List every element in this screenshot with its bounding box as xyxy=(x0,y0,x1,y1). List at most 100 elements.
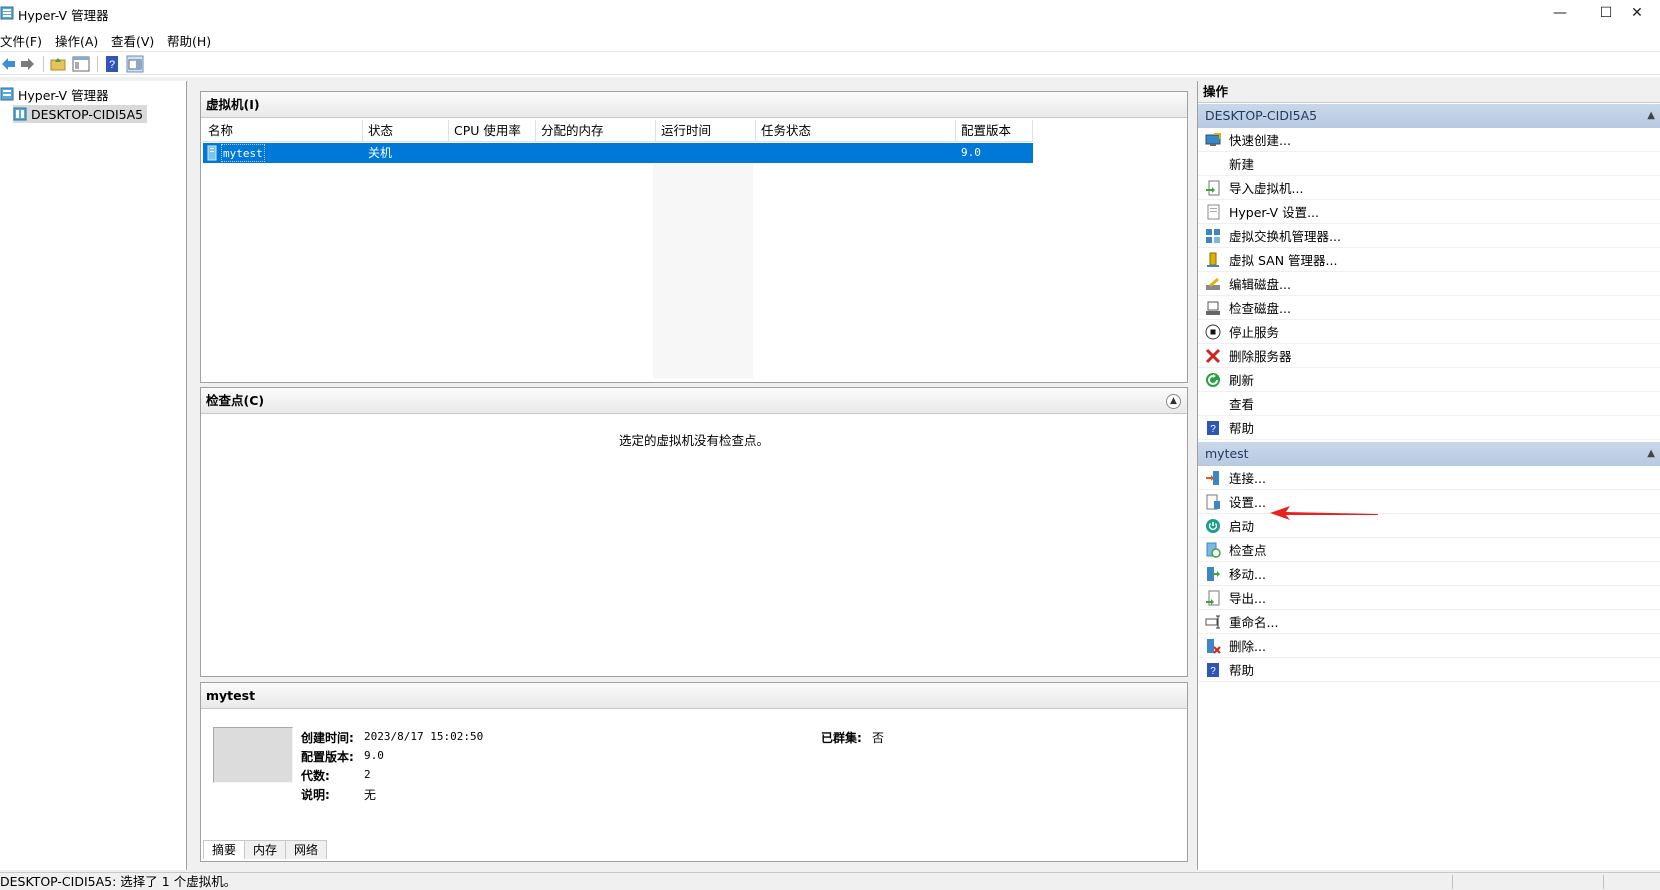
checkpoints-empty-message: 选定的虚拟机没有检查点。 xyxy=(618,433,769,448)
action-stop-service[interactable]: 停止服务 xyxy=(1198,320,1660,344)
actions-group-vm[interactable]: mytest ▲ xyxy=(1198,442,1660,466)
edit-disk-icon xyxy=(1206,277,1220,290)
action-virtual-san-manager[interactable]: 虚拟 SAN 管理器... xyxy=(1198,248,1660,272)
navigation-tree: Hyper-V 管理器 DESKTOP-CIDI5A5 xyxy=(0,81,187,870)
column-header-cpu[interactable]: CPU 使用率 xyxy=(449,120,536,142)
table-row-vm-mytest[interactable]: mytest 关机 9.0 xyxy=(203,143,1033,163)
console-tree-icon[interactable] xyxy=(72,55,90,73)
vm-panel-header: 虚拟机(I) xyxy=(201,92,1187,118)
action-label: 快速创建... xyxy=(1229,133,1291,148)
settings-icon xyxy=(1206,494,1220,509)
action-label: 移动... xyxy=(1229,567,1266,582)
action-pane-icon[interactable] xyxy=(126,55,144,73)
virtual-san-icon xyxy=(1207,252,1219,267)
menu-action[interactable]: 操作(A) xyxy=(55,31,98,50)
detail-label-generation: 代数: xyxy=(301,769,330,783)
vm-details-panel: mytest 创建时间: 2023/8/17 15:02:50 配置版本: 9.… xyxy=(200,682,1188,862)
action-virtual-switch-manager[interactable]: 虚拟交换机管理器... xyxy=(1198,224,1660,248)
svg-text:?: ? xyxy=(109,59,115,71)
export-icon xyxy=(1206,590,1220,605)
menu-file[interactable]: 文件(F) xyxy=(0,31,42,50)
status-separator xyxy=(1452,875,1453,889)
action-import-vm[interactable]: 导入虚拟机... xyxy=(1198,176,1660,200)
action-refresh[interactable]: 刷新 xyxy=(1198,368,1660,392)
action-label: 虚拟 SAN 管理器... xyxy=(1229,253,1338,268)
action-label: Hyper-V 设置... xyxy=(1229,205,1319,220)
help-icon[interactable]: ? xyxy=(103,55,121,73)
action-label: 刷新 xyxy=(1229,373,1255,388)
column-header-task-status[interactable]: 任务状态 xyxy=(756,120,956,142)
action-quick-create[interactable]: 快速创建... xyxy=(1198,128,1660,152)
svg-text:?: ? xyxy=(1210,666,1216,677)
action-label: 停止服务 xyxy=(1229,325,1280,340)
action-label: 帮助 xyxy=(1229,663,1255,678)
column-header-state[interactable]: 状态 xyxy=(363,120,449,142)
actions-group-server[interactable]: DESKTOP-CIDI5A5 ▲ xyxy=(1198,104,1660,128)
tab-networking[interactable]: 网络 xyxy=(285,840,328,859)
action-label: 启动 xyxy=(1229,519,1255,534)
column-header-name[interactable]: 名称 xyxy=(203,120,363,142)
folder-up-icon[interactable] xyxy=(49,55,67,73)
actions-group-vm-label: mytest xyxy=(1205,446,1249,461)
tab-summary[interactable]: 摘要 xyxy=(203,840,246,859)
action-hyperv-settings[interactable]: Hyper-V 设置... xyxy=(1198,200,1660,224)
action-label: 检查磁盘... xyxy=(1229,301,1291,316)
detail-value-generation: 2 xyxy=(364,768,371,781)
forward-arrow-icon[interactable] xyxy=(18,55,36,73)
column-header-uptime[interactable]: 运行时间 xyxy=(656,120,756,142)
collapse-icon[interactable]: ▲ xyxy=(1166,394,1181,409)
action-new[interactable]: 新建 xyxy=(1198,152,1660,176)
status-text: DESKTOP-CIDI5A5: 选择了 1 个虚拟机。 xyxy=(0,874,237,889)
vm-name-cell: mytest xyxy=(221,144,265,162)
column-header-version[interactable]: 配置版本 xyxy=(956,120,1033,142)
tab-memory[interactable]: 内存 xyxy=(244,840,287,859)
actions-pane: 操作 DESKTOP-CIDI5A5 ▲ 快速创建... 新建 导入虚拟机...… xyxy=(1197,81,1660,870)
action-help-server[interactable]: ? 帮助 xyxy=(1198,416,1660,440)
action-label: 导出... xyxy=(1229,591,1266,606)
virtual-machines-panel: 虚拟机(I) 名称 状态 CPU 使用率 分配的内存 运行时间 任务状态 配置版… xyxy=(200,91,1188,383)
tree-root-label: Hyper-V 管理器 xyxy=(18,87,109,103)
collapse-arrow-icon[interactable]: ▲ xyxy=(1647,442,1655,466)
minimize-button[interactable]: — xyxy=(1537,0,1583,26)
remove-server-icon xyxy=(1205,348,1221,363)
action-help-vm[interactable]: ? 帮助 xyxy=(1198,658,1660,682)
tree-root-hyperv-manager[interactable]: Hyper-V 管理器 xyxy=(0,85,109,103)
action-connect[interactable]: 连接... xyxy=(1198,466,1660,490)
menu-view[interactable]: 查看(V) xyxy=(111,31,154,50)
action-delete[interactable]: 删除... xyxy=(1198,634,1660,658)
detail-value-notes: 无 xyxy=(364,788,377,802)
tree-server-node[interactable]: DESKTOP-CIDI5A5 xyxy=(13,105,148,123)
action-edit-disk[interactable]: 编辑磁盘... xyxy=(1198,272,1660,296)
rename-icon xyxy=(1205,615,1220,628)
action-label: 删除... xyxy=(1229,639,1266,654)
action-move[interactable]: 移动... xyxy=(1198,562,1660,586)
menu-help[interactable]: 帮助(H) xyxy=(167,31,211,50)
detail-value-config-version: 9.0 xyxy=(364,749,384,762)
collapse-arrow-icon[interactable]: ▲ xyxy=(1647,104,1655,128)
column-header-memory[interactable]: 分配的内存 xyxy=(536,120,656,142)
close-button[interactable]: ✕ xyxy=(1614,0,1660,26)
action-export[interactable]: 导出... xyxy=(1198,586,1660,610)
action-rename[interactable]: 重命名... xyxy=(1198,610,1660,634)
vm-version-cell: 9.0 xyxy=(961,146,981,159)
checkpoints-panel-title: 检查点(C) xyxy=(206,393,265,408)
hyperv-app-icon xyxy=(0,6,14,20)
title-bar: Hyper-V 管理器 — ☐ ✕ xyxy=(0,0,1660,26)
actions-group-server-label: DESKTOP-CIDI5A5 xyxy=(1205,108,1318,123)
action-remove-server[interactable]: 删除服务器 xyxy=(1198,344,1660,368)
annotation-arrow-icon xyxy=(1270,506,1378,520)
help-icon: ? xyxy=(1207,662,1219,677)
details-tab-strip: 摘要 内存 网络 xyxy=(203,840,328,859)
action-label: 帮助 xyxy=(1229,421,1255,436)
minimize-icon: — xyxy=(1553,5,1567,21)
toolbar: ? xyxy=(0,51,1660,75)
actions-pane-title: 操作 xyxy=(1198,81,1660,103)
back-arrow-icon[interactable] xyxy=(0,55,18,73)
status-bar: DESKTOP-CIDI5A5: 选择了 1 个虚拟机。 xyxy=(0,872,1660,890)
detail-value-created: 2023/8/17 15:02:50 xyxy=(364,730,484,743)
toolbar-separator xyxy=(97,56,98,72)
action-inspect-disk[interactable]: 检查磁盘... xyxy=(1198,296,1660,320)
action-label: 删除服务器 xyxy=(1229,349,1292,364)
action-view[interactable]: 查看 xyxy=(1198,392,1660,416)
action-checkpoint[interactable]: 检查点 xyxy=(1198,538,1660,562)
